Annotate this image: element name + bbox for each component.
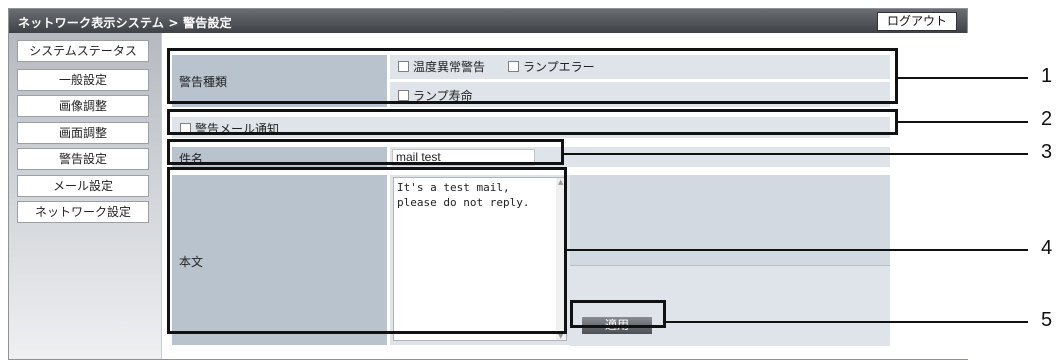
highlight-box-5 xyxy=(570,300,666,328)
callout-line-3 xyxy=(564,153,1028,155)
highlight-box-4 xyxy=(167,167,567,334)
sidebar-item-warning-settings[interactable]: 警告設定 xyxy=(17,148,149,170)
callout-number-2: 2 xyxy=(1041,108,1053,130)
sidebar-item-system-status[interactable]: システムステータス xyxy=(17,40,149,62)
sidebar-item-screen-adjust[interactable]: 画面調整 xyxy=(17,122,149,144)
callout-line-4 xyxy=(567,249,1028,251)
sidebar-item-mail-settings[interactable]: メール設定 xyxy=(17,175,149,197)
sidebar: システムステータス 一般設定 画像調整 画面調整 警告設定 メール設定 ネットワ… xyxy=(9,33,161,359)
callout-line-1 xyxy=(898,77,1028,79)
callout-number-1: 1 xyxy=(1041,65,1053,87)
highlight-box-3 xyxy=(167,139,564,165)
logout-button[interactable]: ログアウト xyxy=(877,12,957,31)
callout-number-5: 5 xyxy=(1041,309,1053,331)
callout-line-5 xyxy=(666,321,1028,323)
callout-number-4: 4 xyxy=(1041,237,1053,259)
sidebar-item-general-settings[interactable]: 一般設定 xyxy=(17,69,149,91)
callout-number-3: 3 xyxy=(1041,141,1053,163)
body-side-panel-top xyxy=(570,175,890,265)
highlight-box-2 xyxy=(167,109,898,135)
breadcrumb: ネットワーク表示システム > 警告設定 xyxy=(18,16,232,30)
highlight-box-1 xyxy=(167,48,898,104)
sidebar-item-image-adjust[interactable]: 画像調整 xyxy=(17,95,149,117)
header-bar: ネットワーク表示システム > 警告設定 ログアウト xyxy=(9,9,967,33)
callout-line-2 xyxy=(898,121,1028,123)
sidebar-item-network-settings[interactable]: ネットワーク設定 xyxy=(17,201,149,223)
